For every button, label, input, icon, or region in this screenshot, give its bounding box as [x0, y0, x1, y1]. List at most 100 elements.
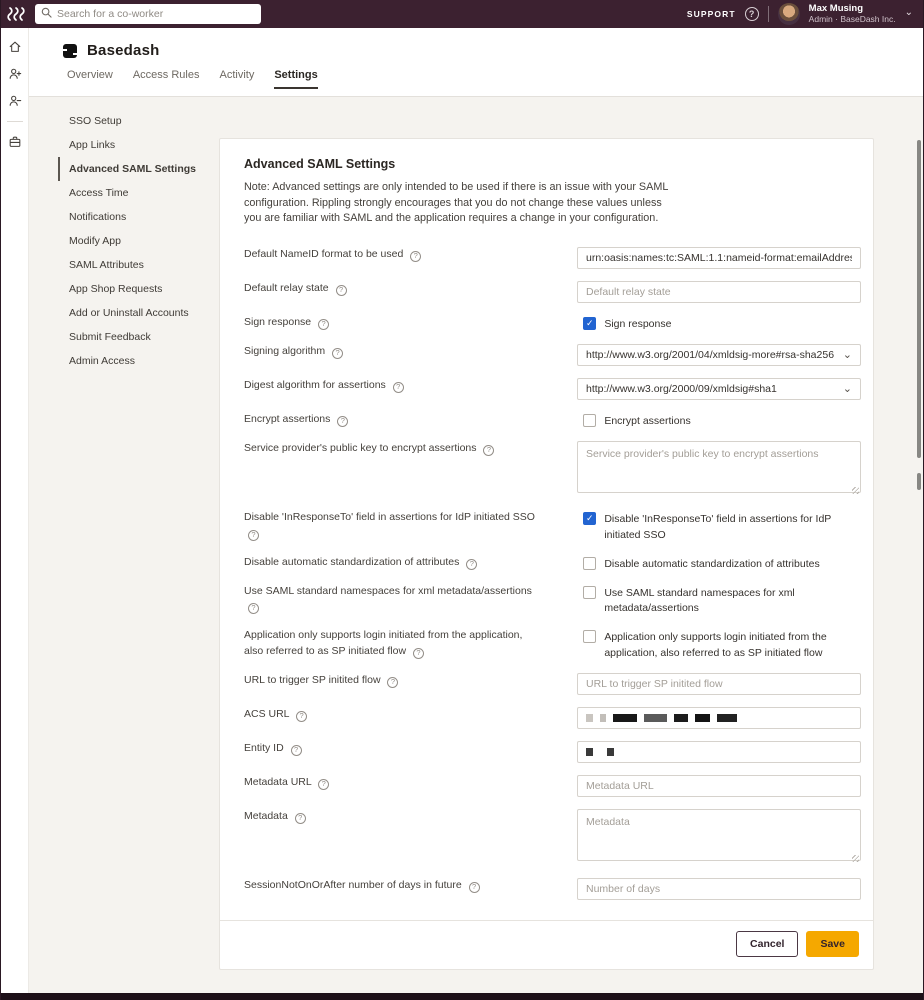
window-edge — [1, 993, 923, 1000]
sidebar-item-access-time[interactable]: Access Time — [58, 181, 219, 205]
form-row-sp-initiated-only: Application only supports login initiate… — [244, 628, 861, 660]
form-row-disable-standardization: Disable automatic standardization of att… — [244, 555, 861, 572]
tab-settings[interactable]: Settings — [274, 69, 317, 89]
redacted-block — [644, 714, 667, 722]
disable-inresponseto-checkbox-label: Disable 'InResponseTo' field in assertio… — [604, 512, 861, 542]
cancel-button[interactable]: Cancel — [736, 931, 798, 957]
add-user-icon[interactable] — [8, 67, 22, 81]
help-icon[interactable]: ? — [413, 648, 424, 659]
form-row-default-relay-state: Default relay state ? — [244, 281, 861, 303]
help-icon[interactable]: ? — [332, 348, 343, 359]
default-nameid-format-input[interactable] — [577, 247, 861, 269]
help-icon[interactable]: ? — [295, 813, 306, 824]
redacted-block — [600, 714, 606, 722]
resize-handle-icon[interactable] — [852, 855, 859, 862]
coworker-search[interactable] — [35, 4, 261, 24]
disable-inresponseto-checkbox[interactable]: ✓ — [583, 512, 596, 525]
sp-initiated-only-checkbox[interactable] — [583, 630, 596, 643]
divider — [7, 121, 23, 122]
sidebar-item-add-or-uninstall-accounts[interactable]: Add or Uninstall Accounts — [58, 301, 219, 325]
acs-url-label: ACS URL ? — [244, 707, 577, 729]
redacted-block — [717, 714, 737, 722]
entity-id-label: Entity ID ? — [244, 741, 577, 763]
form-row-signing-algorithm: Signing algorithm ?http://www.w3.org/200… — [244, 344, 861, 366]
encrypt-assertions-checkbox[interactable] — [583, 414, 596, 427]
scrollbar-thumb-secondary[interactable] — [917, 473, 921, 490]
metadata-url-input[interactable] — [577, 775, 861, 797]
resize-handle-icon[interactable] — [852, 487, 859, 494]
sidebar-item-app-links[interactable]: App Links — [58, 133, 219, 157]
scrollbar-thumb[interactable] — [917, 140, 921, 458]
form-row-encrypt-assertions: Encrypt assertions ?Encrypt assertions — [244, 412, 861, 429]
support-link[interactable]: SUPPORT — [687, 9, 736, 19]
metadata-label: Metadata ? — [244, 809, 577, 866]
disable-standardization-checkbox[interactable] — [583, 557, 596, 570]
redacted-block — [695, 714, 710, 722]
tab-overview[interactable]: Overview — [67, 69, 113, 89]
help-icon[interactable]: ? — [296, 711, 307, 722]
help-icon[interactable]: ? — [318, 779, 329, 790]
sp-flow-url-label: URL to trigger SP initited flow ? — [244, 673, 577, 695]
sidebar-item-admin-access[interactable]: Admin Access — [58, 349, 219, 373]
saml-namespaces-label: Use SAML standard namespaces for xml met… — [244, 584, 583, 616]
tab-access-rules[interactable]: Access Rules — [133, 69, 200, 89]
sidebar-item-app-shop-requests[interactable]: App Shop Requests — [58, 277, 219, 301]
sp-public-key-textarea[interactable] — [577, 441, 861, 493]
briefcase-icon[interactable] — [8, 135, 22, 149]
help-icon[interactable]: ? — [483, 445, 494, 456]
app-title: Basedash — [87, 42, 159, 59]
remove-user-icon[interactable] — [8, 94, 22, 108]
sidebar-item-modify-app[interactable]: Modify App — [58, 229, 219, 253]
disable-inresponseto-checkbox-row: ✓ Disable 'InResponseTo' field in asserti… — [583, 510, 861, 542]
chevron-down-icon[interactable]: ⌄ — [905, 7, 913, 18]
app-window: SUPPORT ? Max Musing Admin · BaseDash In… — [0, 0, 924, 1000]
metadata-url-label: Metadata URL ? — [244, 775, 577, 797]
signing-algorithm-value: http://www.w3.org/2001/04/xmldsig-more#r… — [586, 349, 834, 361]
form-row-metadata-url: Metadata URL ? — [244, 775, 861, 797]
help-circle-icon[interactable]: ? — [745, 7, 759, 21]
redacted-block — [613, 714, 637, 722]
tab-activity[interactable]: Activity — [219, 69, 254, 89]
app-header: Basedash Overview Access Rules Activity Set… — [29, 28, 923, 97]
home-icon[interactable] — [8, 40, 22, 54]
user-avatar[interactable] — [778, 3, 800, 25]
sp-public-key-label: Service provider's public key to encrypt… — [244, 441, 577, 498]
help-icon[interactable]: ? — [337, 416, 348, 427]
session-days-input[interactable] — [577, 878, 861, 900]
sidebar-item-advanced-saml-settings[interactable]: Advanced SAML Settings — [58, 157, 219, 181]
saml-namespaces-checkbox[interactable] — [583, 586, 596, 599]
help-icon[interactable]: ? — [318, 319, 329, 330]
sidebar-item-submit-feedback[interactable]: Submit Feedback — [58, 325, 219, 349]
user-menu[interactable]: Max Musing Admin · BaseDash Inc. — [809, 4, 896, 25]
metadata-textarea[interactable] — [577, 809, 861, 861]
digest-algorithm-select[interactable]: http://www.w3.org/2000/09/xmldsig#sha1⌄ — [577, 378, 861, 400]
rippling-logo-icon[interactable] — [1, 6, 31, 22]
help-icon[interactable]: ? — [393, 382, 404, 393]
disable-inresponseto-label: Disable 'InResponseTo' field in assertio… — [244, 510, 583, 542]
acs-url-input[interactable] — [577, 707, 861, 729]
help-icon[interactable]: ? — [469, 882, 480, 893]
help-icon[interactable]: ? — [387, 677, 398, 688]
help-icon[interactable]: ? — [410, 251, 421, 262]
help-icon[interactable]: ? — [466, 559, 477, 570]
sign-response-checkbox-row: ✓Sign response — [583, 315, 861, 332]
entity-id-input[interactable] — [577, 741, 861, 763]
default-relay-state-input[interactable] — [577, 281, 861, 303]
save-button[interactable]: Save — [806, 931, 859, 957]
sidebar-item-notifications[interactable]: Notifications — [58, 205, 219, 229]
help-icon[interactable]: ? — [336, 285, 347, 296]
sp-flow-url-input[interactable] — [577, 673, 861, 695]
search-input[interactable] — [57, 8, 255, 20]
sign-response-checkbox[interactable]: ✓ — [583, 317, 596, 330]
form-footer: Cancel Save — [220, 920, 873, 969]
help-icon[interactable]: ? — [291, 745, 302, 756]
form-row-disable-inresponseto: Disable 'InResponseTo' field in assertio… — [244, 510, 861, 542]
sidebar-item-saml-attributes[interactable]: SAML Attributes — [58, 253, 219, 277]
signing-algorithm-select[interactable]: http://www.w3.org/2001/04/xmldsig-more#r… — [577, 344, 861, 366]
help-icon[interactable]: ? — [248, 603, 259, 614]
help-icon[interactable]: ? — [248, 530, 259, 541]
default-nameid-format-label: Default NameID format to be used ? — [244, 247, 577, 269]
sidebar-item-sso-setup[interactable]: SSO Setup — [58, 109, 219, 133]
settings-sidebar: SSO SetupApp LinksAdvanced SAML Settings… — [29, 109, 219, 373]
form-row-metadata: Metadata ? — [244, 809, 861, 866]
